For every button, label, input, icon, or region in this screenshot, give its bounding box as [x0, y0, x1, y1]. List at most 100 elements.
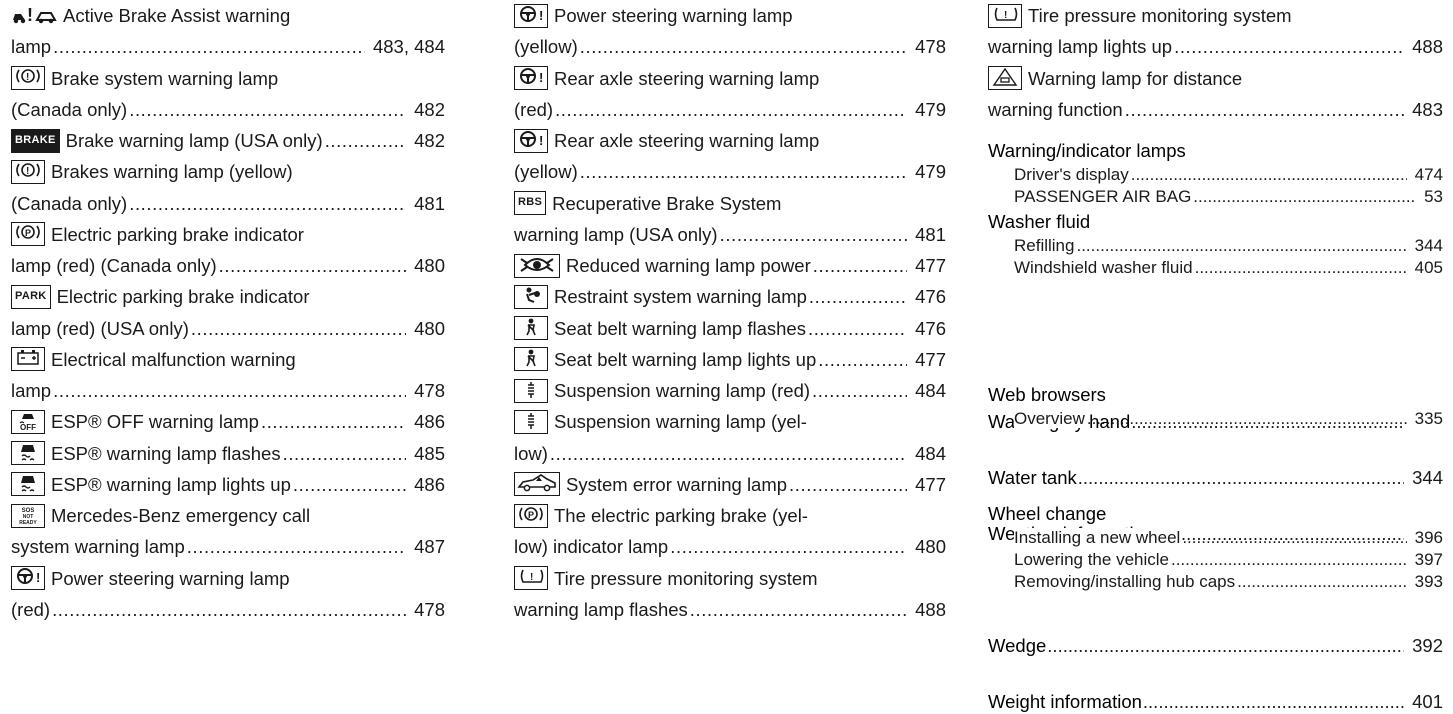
index-entry-label: Weight information — [988, 691, 1143, 712]
index-entry: Seat belt warning lamp flashes..........… — [514, 312, 946, 344]
index-entry-label: low) indicator lamp — [514, 536, 671, 558]
index-entry: ! Power steering warning lamp — [514, 0, 946, 31]
index-entry: ! Rear axle steering warning lamp — [514, 63, 946, 94]
index-entry-label: Power steering warning lamp — [554, 5, 795, 26]
index-entry-label: warning lamp (USA only) — [514, 223, 720, 245]
svg-text:!: ! — [539, 8, 543, 23]
page-number: 478 — [907, 31, 946, 63]
index-subentry-label: Removing/installing hub caps — [1014, 572, 1238, 591]
svg-text:P: P — [25, 228, 31, 238]
svg-text:!: ! — [530, 572, 533, 583]
index-entry-label: Brakes warning lamp (yellow) — [51, 161, 295, 183]
index-entry-label: ESP® warning lamp lights up — [51, 473, 293, 495]
index-entry-label: Electric parking brake indicator — [56, 286, 312, 308]
index-entry-label: Brake warning lamp (USA only) — [65, 130, 325, 151]
index-column-2: ! Power steering warning lamp (yellow)....… — [514, 0, 946, 625]
index-subentry-label: Overview — [1014, 409, 1087, 428]
esp-icon — [11, 441, 45, 466]
index-subentry: Installing a new wheel..................… — [1014, 527, 1443, 549]
page-number: 397 — [1406, 549, 1443, 571]
esp-off-icon: OFF — [11, 409, 45, 434]
steering-icon: ! — [514, 128, 548, 153]
index-subentry: Overview................................… — [1014, 408, 1443, 430]
tire-icon: ! — [514, 566, 548, 591]
index-entry-label: (Canada only) — [11, 192, 130, 214]
index-entry: ! Rear axle steering warning lamp — [514, 125, 946, 156]
distance-icon — [988, 66, 1022, 91]
index-entry-continuation: warning lamp lights up..................… — [988, 31, 1443, 63]
index-subentry: Removing/installing hub caps............… — [1014, 571, 1443, 593]
index-entry-label: (red) — [11, 598, 53, 620]
page-number: 481 — [907, 218, 946, 250]
index-entry-label: lamp (red) (Canada only) — [11, 255, 219, 276]
page-number: 480 — [907, 531, 946, 563]
index-entry: PARK Electric parking brake indicator — [11, 281, 445, 312]
index-entry-label: Restraint system warning lamp — [554, 286, 809, 308]
brake-circle-icon: ! — [11, 66, 45, 91]
index-entry-continuation: (red)...................................… — [11, 593, 445, 625]
index-entry: SOS NOT READY Mercedes-Benz emergency call — [11, 500, 445, 531]
index-entry-label: system warning lamp — [11, 536, 187, 558]
index-entry-label: (yellow) — [514, 36, 580, 58]
index-heading: Wheel change — [988, 503, 1107, 524]
rbs-text-icon: RBS — [514, 191, 547, 216]
index-entry-label: Recuperative Brake System — [552, 192, 784, 214]
index-entry-continuation: warning function........................… — [988, 93, 1443, 125]
page-number: 480 — [406, 312, 445, 344]
index-column-1: ! Active Brake Assist warning lamp........… — [11, 0, 445, 625]
svg-text:!: ! — [27, 5, 33, 25]
svg-text:P: P — [528, 510, 534, 520]
index-group-wheel-change: Wheel change Installing a new wheel.....… — [988, 501, 1443, 593]
index-entry: BRAKE Brake warning lamp (USA only)......… — [11, 125, 445, 157]
page-number: 474 — [1406, 164, 1443, 186]
index-entry-label: Tire pressure monitoring system — [1028, 5, 1294, 26]
index-heading: Washer fluid — [988, 211, 1091, 232]
index-entry-label: lamp — [11, 380, 54, 401]
index-entry: Restraint system warning lamp...........… — [514, 281, 946, 313]
index-entry-continuation: (red)...................................… — [514, 93, 946, 125]
seatbelt-icon — [514, 347, 548, 372]
index-entry-continuation: lamp....................................… — [11, 31, 445, 63]
index-entry-label: warning lamp lights up — [988, 36, 1175, 58]
index-entry-continuation: lamp....................................… — [11, 375, 445, 407]
page-number: 482 — [406, 125, 445, 157]
p-circle-icon: P — [11, 222, 45, 247]
index-entry-label: (Canada only) — [11, 98, 130, 120]
page-number: 401 — [1404, 690, 1443, 714]
index-entry-label: Water tank — [988, 467, 1078, 488]
index-entry-continuation: (yellow)................................… — [514, 156, 946, 188]
index-entry: Warning lamp for distance — [988, 63, 1443, 94]
index-subentry-label: Windshield washer fluid — [1014, 258, 1195, 277]
index-subentry-label: Driver's display — [1014, 165, 1131, 184]
index-entry-label: warning lamp flashes — [514, 598, 690, 620]
page-number: 484 — [907, 375, 946, 407]
page-number: 483, 484 — [364, 31, 445, 63]
index-entry-label: System error warning lamp — [566, 473, 790, 495]
index-entry: ESP® warning lamp lights up.............… — [11, 468, 445, 500]
index-entry-continuation: (Canada only)...........................… — [11, 93, 445, 125]
index-entry: Seat belt warning lamp lights up........… — [514, 343, 946, 375]
page-number: 335 — [1406, 408, 1443, 430]
page-number: 484 — [907, 437, 946, 469]
reduced-power-icon — [514, 253, 560, 278]
index-column-3: ! Tire pressure monitoring system warning … — [988, 0, 1443, 714]
index-entry-label: Seat belt warning lamp lights up — [554, 348, 819, 370]
page-number: 344 — [1406, 235, 1443, 257]
index-entry: ! Brake system warning lamp — [11, 63, 445, 94]
page-number: 53 — [1416, 186, 1443, 208]
index-entry: ! Brakes warning lamp (yellow) — [11, 156, 445, 187]
index-subentry: Refilling...............................… — [1014, 235, 1443, 257]
index-entry-label: (red) — [514, 98, 556, 120]
index-entry-continuation: system warning lamp.....................… — [11, 531, 445, 563]
svg-text:!: ! — [36, 570, 40, 585]
index-entry-continuation: lamp (red) (Canada only)................… — [11, 250, 445, 282]
index-entry: ! Tire pressure monitoring system — [514, 563, 946, 594]
index-subentry-label: Refilling — [1014, 236, 1077, 255]
index-entry-label: The electric parking brake (yel- — [554, 505, 810, 526]
brake-text-icon: BRAKE — [11, 128, 60, 153]
svg-text:!: ! — [26, 72, 29, 83]
page-number: 486 — [406, 406, 445, 438]
index-entry-label: low) — [514, 442, 550, 464]
index-subentry: Driver's display........................… — [1014, 164, 1443, 186]
index-entry-label: Suspension warning lamp (red) — [554, 380, 813, 401]
